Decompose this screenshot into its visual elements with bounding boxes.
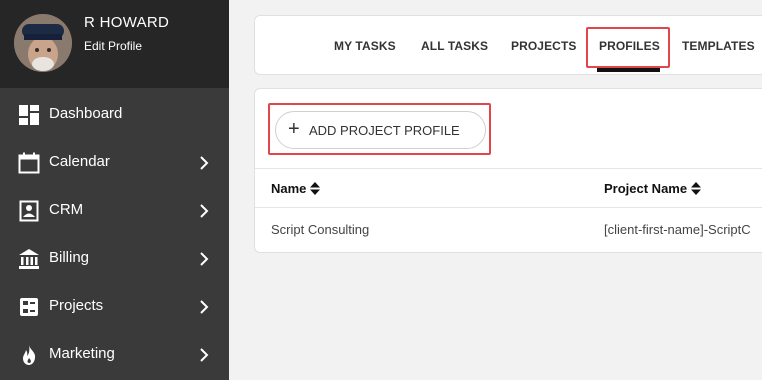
divider xyxy=(255,168,762,169)
sidebar-item-billing[interactable]: Billing xyxy=(0,235,229,283)
tab-my-tasks[interactable]: MY TASKS xyxy=(334,39,396,53)
column-header-label: Project Name xyxy=(604,181,688,196)
sort-icon xyxy=(310,181,321,198)
tab-projects[interactable]: PROJECTS xyxy=(511,39,576,53)
sidebar-item-crm[interactable]: CRM xyxy=(0,187,229,235)
column-header-name[interactable]: Name xyxy=(271,181,321,198)
tab-templates[interactable]: TEMPLATES xyxy=(682,39,755,53)
tab-all-tasks[interactable]: ALL TASKS xyxy=(421,39,488,53)
user-name: R HOWARD xyxy=(84,14,170,31)
sidebar-item-label: Marketing xyxy=(49,345,115,362)
sidebar-item-label: Projects xyxy=(49,297,104,314)
bank-icon xyxy=(18,248,40,270)
sort-icon xyxy=(691,181,702,198)
avatar[interactable] xyxy=(14,14,72,72)
contact-icon xyxy=(18,200,40,222)
sidebar-item-dashboard[interactable]: Dashboard xyxy=(0,91,229,139)
edit-profile-link[interactable]: Edit Profile xyxy=(84,39,142,53)
sidebar-item-projects[interactable]: Projects xyxy=(0,283,229,331)
chevron-right-icon xyxy=(197,347,211,363)
highlight-box-profiles-tab xyxy=(586,27,670,68)
profile-header: R HOWARD Edit Profile xyxy=(0,0,229,88)
column-header-project-name[interactable]: Project Name xyxy=(604,181,702,198)
cell-name[interactable]: Script Consulting xyxy=(271,222,369,237)
sidebar-item-label: Dashboard xyxy=(49,105,123,122)
sidebar-item-calendar[interactable]: Calendar xyxy=(0,139,229,187)
sidebar: R HOWARD Edit Profile Dashboard Calendar xyxy=(0,0,229,380)
active-tab-indicator xyxy=(597,68,660,72)
calendar-icon xyxy=(18,152,40,174)
flame-icon xyxy=(18,344,40,366)
highlight-box-add-button xyxy=(268,103,491,155)
dashboard-icon xyxy=(18,104,40,126)
column-header-label: Name xyxy=(271,181,307,196)
sidebar-item-marketing[interactable]: Marketing xyxy=(0,331,229,379)
projects-icon xyxy=(18,296,40,318)
sidebar-item-label: CRM xyxy=(49,201,84,218)
cell-project-name: [client-first-name]-ScriptC xyxy=(604,222,751,237)
sidebar-item-label: Calendar xyxy=(49,153,110,170)
chevron-right-icon xyxy=(197,299,211,315)
chevron-right-icon xyxy=(197,251,211,267)
chevron-right-icon xyxy=(197,203,211,219)
divider xyxy=(255,207,762,208)
chevron-right-icon xyxy=(197,155,211,171)
sidebar-item-label: Billing xyxy=(49,249,90,266)
